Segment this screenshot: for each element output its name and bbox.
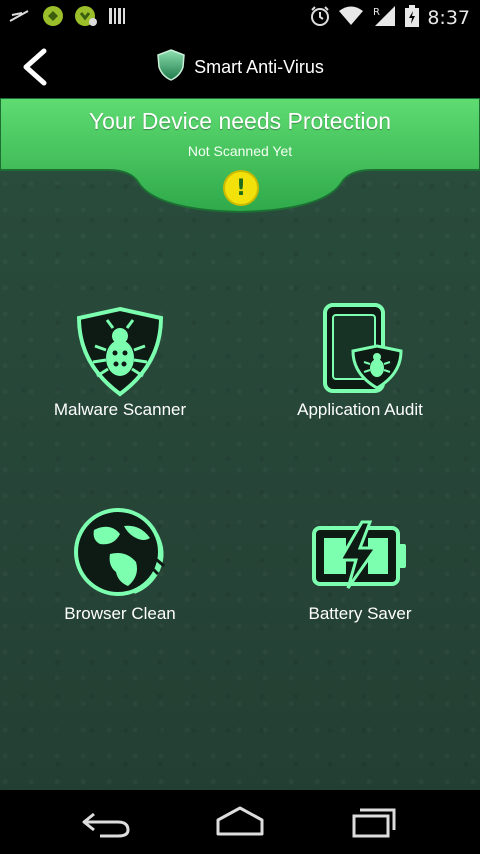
usb-debug-icon xyxy=(8,8,32,29)
shield-icon xyxy=(156,48,186,86)
malware-scanner-label: Malware Scanner xyxy=(53,400,187,419)
globe-clean-icon xyxy=(74,508,165,596)
application-audit-tile[interactable]: Application Audit xyxy=(250,300,470,450)
banner-subtitle: Not Scanned Yet xyxy=(187,143,293,159)
battery-saver-tile[interactable]: Battery Saver xyxy=(250,502,470,652)
browser-clean-tile[interactable]: Browser Clean xyxy=(10,502,230,652)
app-notification-icon-2 xyxy=(74,5,98,32)
main-content: Your Device needs Protection Not Scanned… xyxy=(0,98,480,790)
app-notification-icon xyxy=(42,5,64,32)
alarm-icon xyxy=(309,5,331,32)
status-bar: R 8:37 xyxy=(0,0,480,36)
battery-saver-label: Battery Saver xyxy=(308,604,412,623)
app-bar: Smart Anti-Virus xyxy=(0,36,480,98)
browser-clean-label: Browser Clean xyxy=(64,604,176,623)
nav-home-button[interactable] xyxy=(210,802,270,842)
bug-shield-icon xyxy=(76,306,164,397)
banner-title: Your Device needs Protection xyxy=(88,108,392,134)
home-nav-icon xyxy=(216,806,264,836)
clock: 8:37 xyxy=(427,7,470,29)
app-title: Smart Anti-Virus xyxy=(194,56,324,77)
battery-bolt-icon xyxy=(312,520,406,589)
notification-icons xyxy=(0,5,126,32)
wifi-icon xyxy=(339,6,364,31)
recents-nav-icon xyxy=(352,808,396,838)
nav-recents-button[interactable] xyxy=(344,802,404,842)
application-audit-label: Application Audit xyxy=(297,400,423,419)
battery-icon xyxy=(405,4,420,32)
back-nav-icon xyxy=(82,812,130,838)
phone-bug-icon xyxy=(323,303,403,393)
app-title-group: Smart Anti-Virus xyxy=(0,36,480,98)
barcode-icon xyxy=(108,7,126,30)
warning-icon: ! xyxy=(223,170,259,206)
nav-back-button[interactable] xyxy=(76,802,136,842)
malware-scanner-tile[interactable]: Malware Scanner xyxy=(10,300,230,450)
roaming-signal-icon: R xyxy=(371,5,397,32)
svg-text:R: R xyxy=(373,7,380,18)
system-icons: R 8:37 xyxy=(309,4,480,32)
navigation-bar xyxy=(0,790,480,854)
